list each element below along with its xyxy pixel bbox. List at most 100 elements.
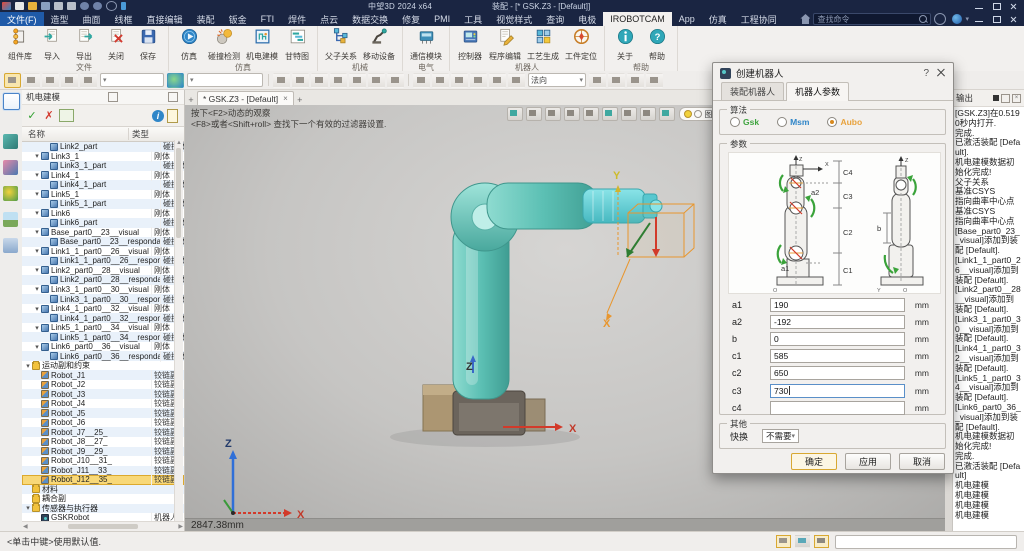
restore-button[interactable] (989, 2, 1003, 11)
expand-icon[interactable]: ▾ (24, 504, 32, 512)
hierarchy-icon[interactable] (3, 160, 18, 175)
dialog-button-取消[interactable]: 取消 (899, 453, 945, 470)
undo-icon[interactable] (80, 2, 89, 10)
status-command-input[interactable] (835, 535, 1017, 549)
rotate-view-icon[interactable] (627, 73, 644, 88)
dialog-close-icon[interactable] (936, 68, 946, 78)
open-file-icon[interactable] (28, 2, 37, 10)
ribbon-button-控制器[interactable]: 控制器 (454, 27, 486, 62)
expand-icon[interactable]: ▾ (33, 285, 41, 293)
ribbon-button-碰撞检测[interactable]: 碰撞检测 (205, 27, 243, 62)
step-1-icon[interactable] (311, 73, 328, 88)
swap2-icon[interactable] (292, 73, 309, 88)
home-icon[interactable] (800, 14, 810, 24)
cancel-cross-icon[interactable]: ✗ (42, 109, 56, 123)
algorithm-option-Gsk[interactable]: Gsk (730, 117, 759, 127)
info-icon[interactable]: i (152, 110, 164, 122)
dialog-titlebar[interactable]: 创建机器人 ? (713, 63, 953, 83)
zoom-view-icon[interactable] (646, 73, 663, 88)
normal-direction-select[interactable]: 法向▾ (528, 73, 586, 87)
dot-icon[interactable] (508, 73, 525, 88)
pointer-icon[interactable] (589, 73, 606, 88)
ribbon-button-移动设备[interactable]: 移动设备 (360, 27, 398, 62)
parameter-input-c4[interactable] (770, 401, 905, 415)
algorithm-option-Msm[interactable]: Msm (777, 117, 809, 127)
expand-icon[interactable]: ▾ (33, 247, 41, 255)
menu-tab-修复[interactable]: 修复 (395, 12, 427, 26)
clock-icon[interactable] (470, 73, 487, 88)
stop-icon[interactable] (993, 95, 999, 101)
expand-icon[interactable]: ▾ (33, 228, 41, 236)
ribbon-button-父子关系[interactable]: 父子关系 (322, 27, 360, 62)
select-arrow-icon[interactable] (4, 73, 21, 88)
minimize-button[interactable] (972, 2, 986, 11)
doc-restore-button[interactable] (989, 15, 1003, 24)
minus-icon[interactable] (42, 73, 59, 88)
ribbon-button-仿真[interactable]: 仿真 (173, 27, 205, 62)
screen-toggle-icon[interactable] (814, 535, 829, 548)
account-dropdown-icon[interactable]: ▾ (965, 15, 969, 23)
tree-vertical-scrollbar[interactable]: ▲ (174, 140, 183, 521)
render-globe-icon[interactable] (167, 73, 184, 88)
globe-icon[interactable] (3, 186, 18, 201)
doc-minimize-button[interactable] (972, 15, 986, 24)
user-icon[interactable] (934, 13, 946, 25)
expand-icon[interactable]: ▾ (33, 190, 41, 198)
dialog-help-icon[interactable]: ? (916, 68, 936, 79)
export-icon[interactable] (59, 109, 74, 122)
menu-tab-PMI[interactable]: PMI (427, 12, 457, 26)
search-input[interactable]: 查找命令 (813, 13, 931, 25)
menu-tab-IROBOTCAM[interactable]: IROBOTCAM (603, 12, 672, 26)
scroll-right-arrow[interactable]: ▶ (178, 523, 183, 530)
account-sphere-icon[interactable] (952, 14, 962, 24)
pan-hand-icon[interactable] (608, 73, 625, 88)
expand-icon[interactable]: ▾ (33, 171, 41, 179)
tree-column-header[interactable]: 名称 类型 (22, 127, 184, 142)
menu-tab-钣金[interactable]: 钣金 (222, 12, 254, 26)
ribbon-button-工艺生成[interactable]: 工艺生成 (524, 27, 562, 62)
menu-tab-App[interactable]: App (672, 12, 702, 26)
device-icon[interactable] (3, 134, 18, 149)
ribbon-button-组件库[interactable]: 组件库 (4, 27, 36, 62)
entity-filter-select[interactable]: ▾ (100, 73, 164, 87)
menu-tab-数据交换[interactable]: 数据交换 (345, 12, 395, 26)
step-2-icon[interactable] (330, 73, 347, 88)
bounds-icon[interactable] (489, 73, 506, 88)
column-name[interactable]: 名称 (22, 128, 129, 140)
menu-tab-文件(F)[interactable]: 文件(F) (0, 12, 44, 26)
display-toggle-icon[interactable] (795, 535, 810, 548)
menu-tab-直接编辑[interactable]: 直接编辑 (140, 12, 190, 26)
ribbon-button-通信模块[interactable]: 通信模块 (407, 27, 445, 62)
parameter-input-c2[interactable]: 650 (770, 366, 905, 380)
output-log[interactable]: [GSK.Z3]在0.5190秒内打开.完成.已激活装配 [Default].机… (953, 107, 1024, 531)
tab-close-icon[interactable]: × (283, 94, 288, 103)
redo-icon[interactable] (93, 2, 102, 10)
align-icon[interactable] (23, 73, 40, 88)
folder-new-icon[interactable] (413, 73, 430, 88)
print-icon[interactable] (54, 2, 63, 10)
quick-change-select[interactable]: 不需要 ▾ (762, 429, 799, 443)
panel-close-icon[interactable] (168, 92, 178, 102)
parameter-input-c1[interactable]: 585 (770, 349, 905, 363)
ribbon-button-帮助[interactable]: ?帮助 (641, 27, 673, 62)
ribbon-button-保存[interactable]: 保存 (132, 27, 164, 62)
menu-tab-仿真[interactable]: 仿真 (702, 12, 734, 26)
document-tab[interactable]: * GSK.Z3 - [Default] × (197, 91, 294, 105)
ribbon-button-工件定位[interactable]: 工件定位 (562, 27, 600, 62)
menu-tab-焊件[interactable]: 焊件 (281, 12, 313, 26)
preview-icon[interactable] (67, 2, 76, 10)
dialog-tab-装配机器人[interactable]: 装配机器人 (721, 82, 784, 100)
parameter-input-a2[interactable]: -192 (770, 315, 905, 329)
report-doc-icon[interactable] (167, 109, 178, 123)
apply-check-icon[interactable]: ✓ (25, 109, 39, 123)
menu-tab-造型[interactable]: 造型 (44, 12, 76, 26)
step-3-icon[interactable] (349, 73, 366, 88)
menu-tab-装配[interactable]: 装配 (190, 12, 222, 26)
dialog-tab-机器人参数[interactable]: 机器人参数 (786, 82, 849, 101)
pick-list-icon[interactable] (61, 73, 78, 88)
menu-tab-工具[interactable]: 工具 (457, 12, 489, 26)
play-icon[interactable] (121, 2, 126, 10)
dock-plus-icon[interactable]: + (185, 95, 197, 105)
menu-tab-线框[interactable]: 线框 (108, 12, 140, 26)
circle-select-icon[interactable] (80, 73, 97, 88)
